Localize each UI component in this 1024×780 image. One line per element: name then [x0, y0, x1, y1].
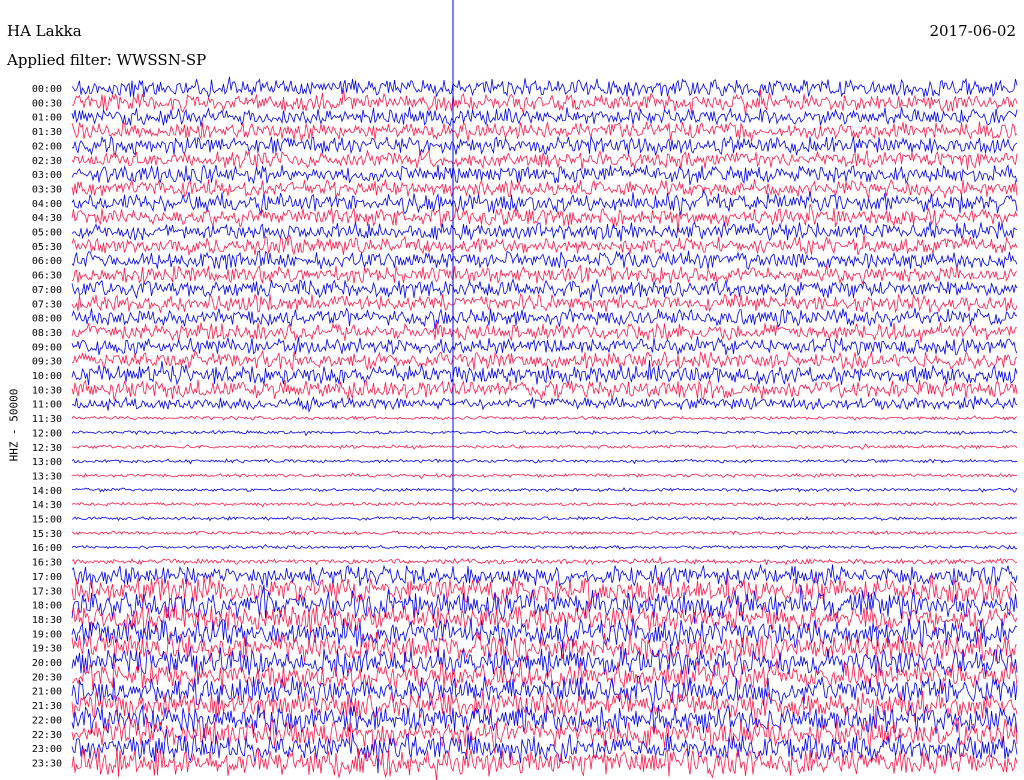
time-label: 11:30	[32, 414, 62, 425]
time-label: 19:00	[32, 629, 62, 640]
time-label: 05:00	[32, 228, 62, 239]
trace-line	[71, 336, 1018, 357]
trace-line	[72, 443, 1018, 451]
time-label-group: 00:00 00:30 01:00 01:30 02:00 02:30 03:00 03:30…	[32, 84, 62, 769]
trace-group	[71, 0, 1018, 780]
time-label: 05:30	[32, 242, 62, 253]
time-label: 14:30	[32, 500, 62, 511]
trace-line	[71, 221, 1018, 242]
time-label: 15:00	[32, 515, 62, 526]
time-label: 17:00	[32, 572, 62, 583]
trace-line	[71, 487, 1018, 493]
time-label: 14:00	[32, 486, 62, 497]
trace-line	[71, 563, 1018, 589]
time-label: 21:00	[32, 687, 62, 698]
time-label: 19:30	[32, 644, 62, 655]
time-label: 11:00	[32, 400, 62, 411]
time-label: 09:30	[32, 357, 62, 368]
trace-line	[71, 250, 1018, 270]
time-label: 00:00	[32, 84, 62, 95]
time-label: 23:30	[32, 758, 62, 769]
trace-line	[71, 472, 1018, 480]
time-label: 20:00	[32, 658, 62, 669]
time-label: 16:00	[32, 543, 62, 554]
time-label: 07:00	[32, 285, 62, 296]
time-label: 18:00	[32, 601, 62, 612]
time-label: 03:00	[32, 170, 62, 181]
time-label: 22:00	[32, 715, 62, 726]
trace-line	[71, 278, 1018, 301]
time-label: 08:30	[32, 328, 62, 339]
helicorder-plot: 00:00 00:30 01:00 01:30 02:00 02:30 03:00 03:30…	[32, 0, 1018, 780]
time-label: 18:30	[32, 615, 62, 626]
trace-line	[71, 617, 1018, 649]
time-label: 22:30	[32, 730, 62, 741]
time-label: 04:00	[32, 199, 62, 210]
time-label: 00:30	[32, 98, 62, 109]
trace-line	[71, 349, 1018, 371]
trace-line	[71, 293, 1018, 314]
time-label: 10:00	[32, 371, 62, 382]
trace-line	[71, 415, 1018, 421]
time-label: 07:30	[32, 299, 62, 310]
trace-line	[71, 543, 1018, 551]
trace-line	[71, 264, 1018, 285]
trace-line	[71, 429, 1018, 437]
time-label: 06:30	[32, 271, 62, 282]
time-label: 03:30	[32, 184, 62, 195]
trace-line	[71, 515, 1018, 522]
trace-line	[71, 188, 1018, 216]
trace-line	[71, 716, 1018, 756]
trace-line	[71, 121, 1018, 142]
trace-line	[71, 395, 1018, 413]
time-label: 21:30	[32, 701, 62, 712]
time-label: 02:30	[32, 156, 62, 167]
trace-line	[71, 76, 1018, 99]
time-label: 08:00	[32, 314, 62, 325]
time-label: 16:30	[32, 558, 62, 569]
trace-line	[71, 322, 1018, 343]
trace-line	[72, 135, 1018, 156]
time-label: 13:30	[32, 471, 62, 482]
time-label: 06:00	[32, 256, 62, 267]
time-label: 15:30	[32, 529, 62, 540]
trace-line	[71, 378, 1018, 401]
time-label: 12:00	[32, 428, 62, 439]
trace-line	[71, 530, 1018, 536]
time-label: 23:00	[32, 744, 62, 755]
time-label: 20:30	[32, 672, 62, 683]
time-label: 01:30	[32, 127, 62, 138]
trace-line	[71, 106, 1018, 127]
time-label: 13:00	[32, 457, 62, 468]
time-label: 10:30	[32, 385, 62, 396]
time-label: 01:00	[32, 113, 62, 124]
trace-line	[71, 501, 1018, 508]
trace-line	[71, 555, 1018, 566]
trace-line	[71, 690, 1018, 728]
time-label: 04:30	[32, 213, 62, 224]
trace-line	[71, 675, 1018, 708]
time-label: 02:00	[32, 141, 62, 152]
trace-line	[71, 307, 1018, 330]
time-label: 12:30	[32, 443, 62, 454]
trace-line	[71, 458, 1018, 465]
trace-line	[71, 163, 1018, 185]
trace-line	[71, 234, 1018, 257]
time-label: 09:00	[32, 342, 62, 353]
time-label: 17:30	[32, 586, 62, 597]
trace-line	[71, 178, 1018, 199]
